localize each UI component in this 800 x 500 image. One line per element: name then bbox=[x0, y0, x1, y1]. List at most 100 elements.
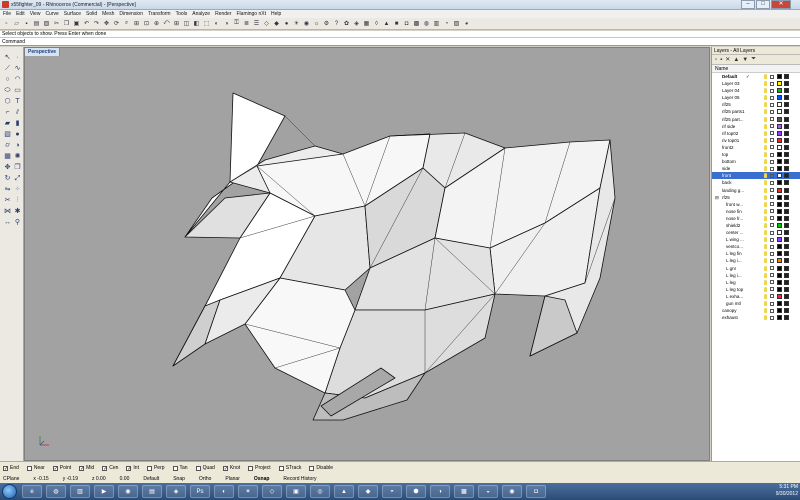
rhino-taskbar-icon[interactable]: ◉ bbox=[502, 485, 522, 498]
media-player-icon[interactable]: ▶ bbox=[94, 485, 114, 498]
fillet-curve-icon[interactable]: ⌐ bbox=[3, 108, 12, 117]
visibility-bulb-icon[interactable] bbox=[764, 144, 767, 150]
layer-row[interactable]: L leg i... bbox=[712, 257, 800, 264]
layer-color-swatch[interactable] bbox=[777, 315, 782, 321]
mirror-icon[interactable]: ⇋ bbox=[3, 185, 12, 194]
layer-row[interactable]: L leg top bbox=[712, 286, 800, 293]
layer-material-swatch[interactable] bbox=[784, 265, 789, 271]
menu-file[interactable]: File bbox=[3, 10, 11, 18]
visibility-bulb-icon[interactable] bbox=[764, 222, 767, 228]
lock-icon[interactable] bbox=[770, 152, 774, 157]
visibility-bulb-icon[interactable] bbox=[764, 279, 767, 285]
analyze-icon[interactable]: ⚲ bbox=[13, 218, 22, 227]
layer-color-swatch[interactable] bbox=[777, 237, 782, 243]
osnap-knot-option[interactable]: ✓ Knot bbox=[222, 465, 240, 471]
toolbar-icon-45[interactable]: ◔ bbox=[442, 19, 451, 28]
mesh-icon[interactable]: ▦ bbox=[3, 152, 12, 161]
layer-row[interactable]: Layer 03 bbox=[712, 80, 800, 87]
visibility-bulb-icon[interactable] bbox=[764, 102, 767, 108]
lock-icon[interactable] bbox=[770, 109, 774, 114]
layer-color-swatch[interactable] bbox=[777, 144, 782, 150]
split-icon[interactable]: ⫶ bbox=[13, 196, 22, 205]
spaceship-wireframe-model[interactable] bbox=[25, 48, 711, 462]
layer-material-swatch[interactable] bbox=[784, 237, 789, 243]
app-icon-19[interactable]: ▩ bbox=[454, 485, 474, 498]
layer-color-swatch[interactable] bbox=[777, 201, 782, 207]
lock-icon[interactable] bbox=[770, 251, 774, 256]
layer-row[interactable]: Layer 05 bbox=[712, 94, 800, 101]
lock-icon[interactable] bbox=[770, 131, 774, 136]
layer-row[interactable]: center ... bbox=[712, 229, 800, 236]
lock-icon[interactable] bbox=[770, 138, 774, 143]
app-icon-15[interactable]: ◆ bbox=[358, 485, 378, 498]
layer-row[interactable]: ventco... bbox=[712, 243, 800, 250]
cylinder-icon[interactable]: ⌭ bbox=[3, 141, 12, 150]
lock-icon[interactable] bbox=[770, 166, 774, 171]
explode-icon[interactable]: ✱ bbox=[13, 207, 22, 216]
checkbox[interactable] bbox=[26, 465, 32, 471]
menu-help[interactable]: Help bbox=[271, 10, 281, 18]
layer-material-swatch[interactable] bbox=[784, 130, 789, 136]
visibility-bulb-icon[interactable] bbox=[764, 272, 767, 278]
lock-icon[interactable]: ⚿ bbox=[232, 19, 241, 28]
checkbox[interactable]: ✓ bbox=[222, 465, 228, 471]
app-icon-9[interactable]: ◐ bbox=[214, 485, 234, 498]
ie-icon[interactable]: e bbox=[22, 485, 42, 498]
checkbox[interactable] bbox=[172, 465, 178, 471]
layer-color-swatch[interactable] bbox=[777, 137, 782, 143]
render-icon[interactable]: ☀ bbox=[292, 19, 301, 28]
layer-material-swatch[interactable] bbox=[784, 137, 789, 143]
visibility-bulb-icon[interactable] bbox=[764, 286, 767, 292]
layer-icon[interactable]: ≣ bbox=[242, 19, 251, 28]
maximize-button[interactable]: □ bbox=[756, 0, 770, 9]
box-icon[interactable]: ▧ bbox=[3, 130, 12, 139]
lock-icon[interactable] bbox=[770, 195, 774, 200]
layer-row[interactable]: front w... bbox=[712, 201, 800, 208]
layer-color-swatch[interactable] bbox=[777, 308, 782, 314]
menu-edit[interactable]: Edit bbox=[16, 10, 25, 18]
layer-row[interactable]: L exha... bbox=[712, 293, 800, 300]
menu-tools[interactable]: Tools bbox=[176, 10, 188, 18]
toolbar-icon-43[interactable]: ◍ bbox=[422, 19, 431, 28]
layer-row[interactable]: rif25 parts1 bbox=[712, 108, 800, 115]
lock-icon[interactable] bbox=[770, 216, 774, 221]
explorer-icon[interactable]: ▥ bbox=[70, 485, 90, 498]
visibility-bulb-icon[interactable] bbox=[764, 137, 767, 143]
visibility-bulb-icon[interactable] bbox=[764, 230, 767, 236]
layer-color-swatch[interactable] bbox=[777, 159, 782, 165]
layer-row[interactable]: ⊟ rf25 bbox=[712, 194, 800, 201]
layer-material-swatch[interactable] bbox=[784, 187, 789, 193]
polyline-icon[interactable]: ⟋ bbox=[3, 64, 12, 73]
osnap-point-option[interactable]: ✓ Point bbox=[52, 465, 71, 471]
command-prompt[interactable]: Command bbox=[0, 38, 800, 46]
toolbar-icon-41[interactable]: ◘ bbox=[402, 19, 411, 28]
current-layer[interactable]: Default bbox=[143, 476, 159, 482]
menu-view[interactable]: View bbox=[30, 10, 41, 18]
layer-material-swatch[interactable] bbox=[784, 230, 789, 236]
lock-icon[interactable] bbox=[770, 124, 774, 129]
lock-icon[interactable] bbox=[770, 301, 774, 306]
layer-material-swatch[interactable] bbox=[784, 81, 789, 87]
lock-icon[interactable] bbox=[770, 95, 774, 100]
layer-row[interactable]: rif side bbox=[712, 123, 800, 130]
layer-row[interactable]: rif25 bbox=[712, 101, 800, 108]
lock-icon[interactable] bbox=[770, 287, 774, 292]
visibility-bulb-icon[interactable] bbox=[764, 180, 767, 186]
visibility-bulb-icon[interactable] bbox=[764, 251, 767, 257]
scale-icon[interactable]: ⤢ bbox=[13, 174, 22, 183]
layer-color-swatch[interactable] bbox=[777, 88, 782, 94]
layer-material-swatch[interactable] bbox=[784, 279, 789, 285]
visibility-bulb-icon[interactable] bbox=[764, 201, 767, 207]
trim-icon[interactable]: ✂ bbox=[3, 196, 12, 205]
import-icon[interactable]: ▧ bbox=[42, 19, 51, 28]
lock-icon[interactable] bbox=[770, 159, 774, 164]
surface-icon[interactable]: ▰ bbox=[3, 119, 12, 128]
layer-row[interactable]: Default ✓ bbox=[712, 73, 800, 80]
visibility-bulb-icon[interactable] bbox=[764, 308, 767, 314]
visibility-bulb-icon[interactable] bbox=[764, 123, 767, 129]
osnap-near-option[interactable]: Near bbox=[26, 465, 45, 471]
sphere-icon[interactable]: ● bbox=[13, 130, 22, 139]
osnap-strack-option[interactable]: STrack bbox=[278, 465, 301, 471]
curve-icon[interactable]: ∿ bbox=[13, 64, 22, 73]
checkbox[interactable] bbox=[309, 465, 315, 471]
